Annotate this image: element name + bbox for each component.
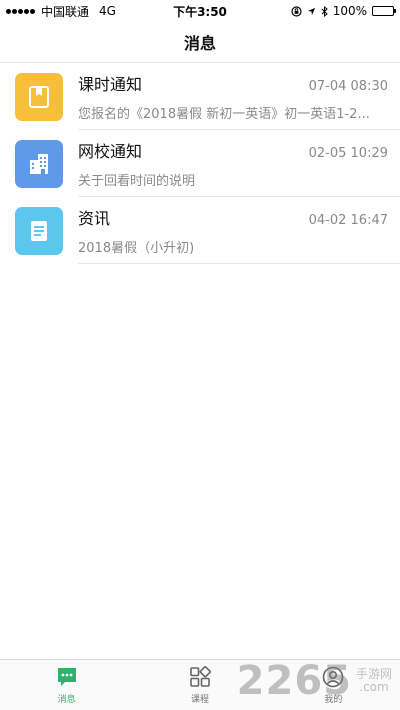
signal-strength-icon bbox=[6, 8, 35, 14]
message-time: 04-02 16:47 bbox=[308, 213, 388, 228]
status-right: 100% bbox=[254, 4, 396, 18]
grid-icon bbox=[190, 666, 211, 687]
status-time: 下午3:50 bbox=[173, 4, 227, 19]
list-item-news[interactable]: 资讯 04-02 16:47 2018暑假（小升初) bbox=[0, 197, 400, 264]
message-header: 网校通知 02-05 10:29 bbox=[78, 138, 388, 162]
battery-icon bbox=[372, 6, 396, 16]
battery-percent: 100% bbox=[332, 4, 367, 18]
tab-label: 课程 bbox=[190, 695, 209, 705]
message-title: 资讯 bbox=[78, 209, 111, 228]
document-icon bbox=[15, 206, 63, 255]
message-header: 资讯 04-02 16:47 bbox=[78, 205, 388, 229]
list-item-lesson-notice[interactable]: 课时通知 07-04 08:30 您报名的《2018暑假 新初一英语》初一英语1… bbox=[0, 63, 400, 130]
watermark-number: 2265 bbox=[236, 658, 352, 704]
watermark-tagline-line1: 手游网 bbox=[355, 667, 392, 681]
message-preview: 2018暑假（小升初) bbox=[78, 241, 195, 256]
watermark-tagline-line2: .com bbox=[359, 680, 389, 694]
message-title: 网校通知 bbox=[78, 142, 143, 161]
message-body: 资讯 04-02 16:47 2018暑假（小升初) bbox=[78, 205, 400, 256]
book-icon bbox=[15, 72, 63, 121]
location-icon bbox=[307, 7, 315, 15]
message-body: 课时通知 07-04 08:30 您报名的《2018暑假 新初一英语》初一英语1… bbox=[78, 71, 400, 122]
tab-messages[interactable]: 消息 bbox=[0, 660, 133, 710]
divider bbox=[78, 263, 400, 264]
message-title: 课时通知 bbox=[78, 75, 143, 94]
watermark-logo: 2265 手游网 .com bbox=[237, 658, 392, 704]
app-screen: 中国联通 4G 下午3:50 100% 消息 课时通知 07-04 08:30 … bbox=[0, 0, 400, 710]
lock-rotation-icon bbox=[291, 5, 302, 17]
status-left: 中国联通 4G bbox=[6, 3, 146, 20]
message-header: 课时通知 07-04 08:30 bbox=[78, 71, 388, 95]
message-time: 07-04 08:30 bbox=[308, 79, 388, 94]
carrier-label: 中国联通 bbox=[41, 4, 90, 19]
message-list: 课时通知 07-04 08:30 您报名的《2018暑假 新初一英语》初一英语1… bbox=[0, 63, 400, 264]
list-item-school-notice[interactable]: 网校通知 02-05 10:29 关于回看时间的说明 bbox=[0, 130, 400, 197]
network-label: 4G bbox=[99, 4, 116, 18]
status-bar: 中国联通 4G 下午3:50 100% bbox=[0, 0, 400, 22]
tab-label: 消息 bbox=[57, 695, 76, 705]
navigation-bar: 消息 bbox=[0, 22, 400, 63]
watermark-tagline: 手游网 .com bbox=[356, 668, 392, 694]
bluetooth-icon bbox=[321, 5, 328, 17]
building-icon bbox=[15, 139, 63, 188]
chat-icon bbox=[57, 668, 76, 686]
message-preview: 您报名的《2018暑假 新初一英语》初一英语1-2... bbox=[78, 107, 370, 122]
page-title: 消息 bbox=[183, 34, 216, 53]
message-time: 02-05 10:29 bbox=[308, 146, 388, 161]
message-body: 网校通知 02-05 10:29 关于回看时间的说明 bbox=[78, 138, 400, 189]
message-preview: 关于回看时间的说明 bbox=[78, 174, 196, 189]
